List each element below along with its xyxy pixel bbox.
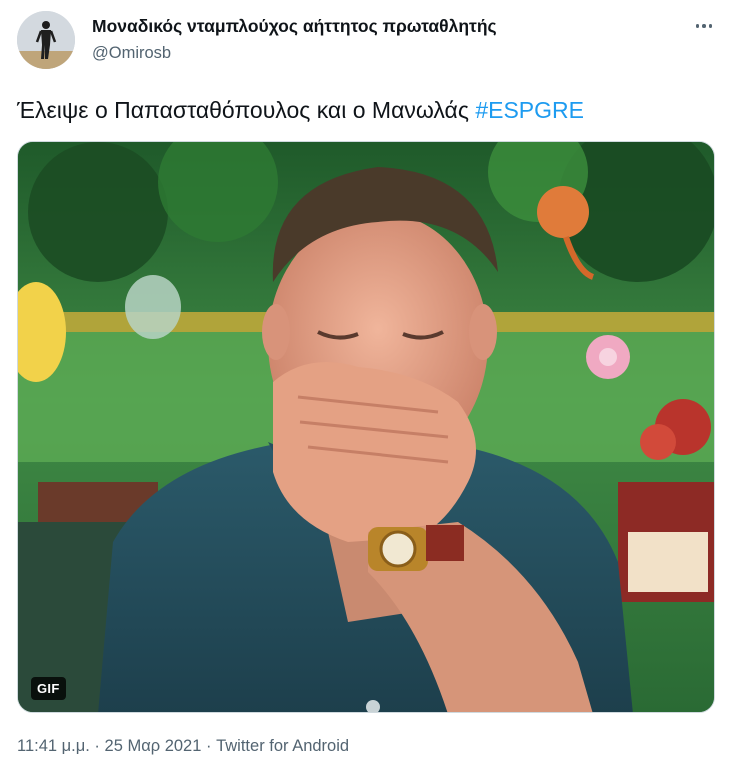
author-info: Μοναδικός νταμπλούχος αήττητος πρωταθλητ… (92, 14, 497, 64)
tweet-date[interactable]: 25 Μαρ 2021 (105, 737, 202, 755)
tweet-time[interactable]: 11:41 μ.μ. (17, 737, 90, 755)
media-gif[interactable]: GIF (17, 141, 715, 713)
tweet-text: Έλειψε ο Παπασταθόπουλος και ο Μανωλάς #… (17, 95, 717, 125)
gif-badge: GIF (31, 677, 66, 700)
tweet-meta: 11:41 μ.μ. · 25 Μαρ 2021 · Twitter for A… (17, 735, 349, 757)
hashtag-link[interactable]: #ESPGRE (475, 97, 584, 123)
avatar-image (17, 11, 75, 69)
dot (695, 24, 700, 28)
dot (702, 24, 706, 28)
more-icon[interactable] (688, 17, 720, 35)
gif-frame (18, 142, 714, 712)
tweet: Μοναδικός νταμπλούχος αήττητος πρωταθλητ… (0, 0, 734, 768)
tweet-text-body: Έλειψε ο Παπασταθόπουλος και ο Μανωλάς (17, 97, 476, 123)
dot (708, 24, 713, 28)
handle[interactable]: @Omirosb (92, 42, 497, 64)
avatar[interactable] (17, 11, 75, 69)
meta-separator: · (201, 737, 217, 755)
tweet-source[interactable]: Twitter for Android (216, 737, 349, 755)
display-name[interactable]: Μοναδικός νταμπλούχος αήττητος πρωταθλητ… (92, 14, 497, 38)
meta-separator: · (89, 737, 105, 755)
